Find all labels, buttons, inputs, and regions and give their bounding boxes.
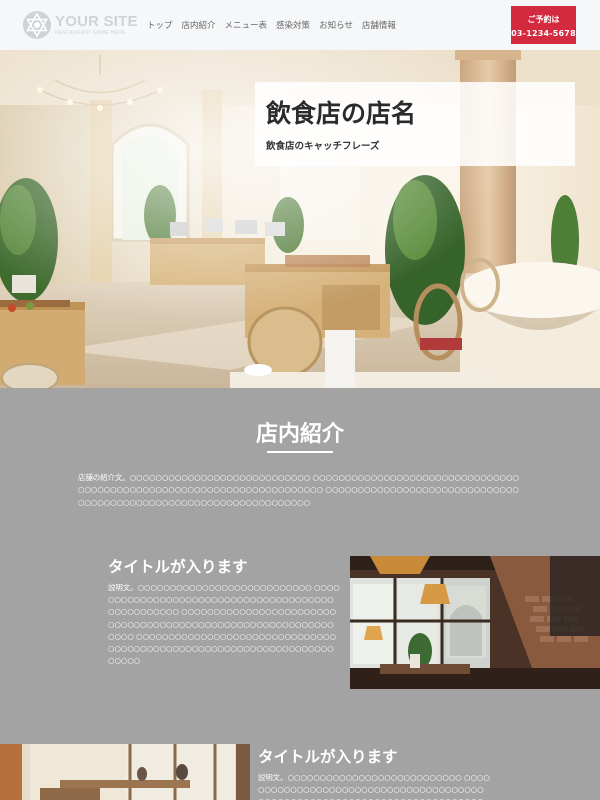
logo-sub-text: RESTAURANT NAME HERE (55, 30, 126, 36)
site-header: YOUR SITE RESTAURANT NAME HERE トップ 店内紹介 … (0, 0, 600, 50)
feature-1-title: タイトルが入ります (108, 558, 248, 576)
feature-2-title: タイトルが入ります (258, 748, 398, 766)
nav-item-store-info[interactable]: 店舗情報 (362, 19, 396, 31)
reserve-button[interactable]: ご予約は 03-1234-5678 (511, 6, 576, 44)
main-nav: トップ 店内紹介 メニュー表 感染対策 お知らせ 店舗情報 (147, 19, 405, 31)
hero-catchphrase: 飲食店のキャッチフレーズ (266, 141, 380, 152)
logo-main-text: YOUR SITE (55, 13, 138, 30)
dining-room-image (0, 744, 250, 800)
nav-item-news[interactable]: お知らせ (319, 19, 353, 31)
nav-item-store-intro[interactable]: 店内紹介 (182, 19, 216, 31)
intro-text: 店舗の紹介文。○○○○○○○○○○○○○○○○○○○○○○○○○○○○ ○○○○… (78, 473, 520, 507)
nav-item-menu[interactable]: メニュー表 (225, 19, 268, 31)
nav-item-infection-control[interactable]: 感染対策 (276, 19, 310, 31)
reserve-phone: 03-1234-5678 (511, 29, 576, 38)
hero-title: 飲食店の店名 (266, 99, 417, 128)
cafe-interior-image (350, 556, 600, 689)
nav-item-top[interactable]: トップ (147, 19, 173, 31)
section-title-store-intro: 店内紹介 (255, 422, 344, 447)
hero-caption-card: 飲食店の店名 飲食店のキャッチフレーズ (255, 82, 575, 166)
feature-1-text: 説明文。○○○○○○○○○○○○○○○○○○○○○○○○○○○ ○○○○○○○○… (108, 583, 340, 666)
logo-icon (23, 11, 51, 39)
section-title-underline (267, 451, 333, 453)
hero-section: 飲食店の店名 飲食店のキャッチフレーズ (0, 50, 600, 388)
reserve-label: ご予約は (527, 15, 560, 24)
feature-2-text: 説明文。○○○○○○○○○○○○○○○○○○○○○○○○○○○ ○○○○○○○○… (258, 773, 490, 800)
feature-2-photo (0, 744, 250, 800)
site-logo[interactable]: YOUR SITE RESTAURANT NAME HERE (22, 8, 138, 42)
feature-1-photo (350, 556, 600, 689)
